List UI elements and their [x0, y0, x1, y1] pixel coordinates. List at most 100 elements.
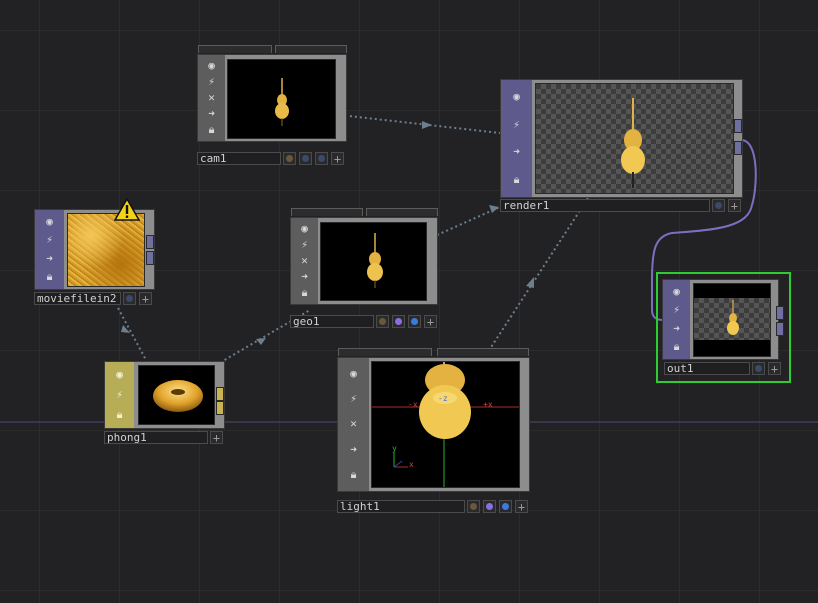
- flag[interactable]: [467, 500, 480, 513]
- node-frame[interactable]: ◉ ⚡ ➜ 🔒︎: [34, 209, 155, 290]
- node-viewer[interactable]: -x +x -z y x: [371, 361, 520, 488]
- node-viewer[interactable]: [320, 222, 427, 301]
- node-frame[interactable]: ◉ ⚡ 🔒︎: [104, 361, 225, 429]
- node-label[interactable]: geo1: [290, 315, 374, 328]
- output-connector[interactable]: [146, 235, 154, 249]
- node-side-buttons: ◉ ⚡ ✕ ➜ 🔒︎: [338, 358, 369, 491]
- plus-icon[interactable]: +: [139, 292, 152, 305]
- flag[interactable]: [123, 292, 136, 305]
- node-frame[interactable]: ◉ ⚡ ✕ ➜ 🔒︎: [290, 217, 438, 305]
- bypass-icon[interactable]: ⚡: [298, 238, 312, 252]
- input-tab: [198, 45, 272, 53]
- wire-arrow: [256, 338, 266, 345]
- plus-icon[interactable]: +: [331, 152, 344, 165]
- bypass-icon[interactable]: ⚡: [510, 118, 524, 132]
- viewer-icon[interactable]: ◉: [347, 367, 361, 381]
- lock-icon[interactable]: 🔒︎: [510, 173, 524, 187]
- node-side-buttons: ◉ ⚡ ➜ 🔒︎: [663, 280, 690, 359]
- viewer-icon[interactable]: ◉: [113, 368, 127, 382]
- axis-label: y: [392, 444, 397, 453]
- arrow-icon[interactable]: ➜: [510, 145, 524, 159]
- wire-cam1-render1: [339, 114, 501, 134]
- output-connector[interactable]: [776, 306, 784, 320]
- plus-icon[interactable]: +: [768, 362, 781, 375]
- node-label[interactable]: render1: [500, 199, 710, 212]
- bypass-icon[interactable]: ⚡: [347, 392, 361, 406]
- lock-icon[interactable]: 🔒︎: [205, 123, 219, 137]
- node-viewer[interactable]: [227, 59, 336, 139]
- flag[interactable]: [315, 152, 328, 165]
- node-label[interactable]: cam1: [197, 152, 281, 165]
- flag[interactable]: [499, 500, 512, 513]
- input-tab: [275, 45, 347, 53]
- axis-label: x: [409, 460, 414, 469]
- input-tab: [366, 208, 438, 216]
- flag[interactable]: [712, 199, 725, 212]
- wire-geo1-render1: [436, 206, 501, 236]
- lock-icon[interactable]: 🔒︎: [670, 340, 684, 354]
- lock-icon[interactable]: 🔒︎: [347, 468, 361, 482]
- axis-label: -x: [408, 400, 418, 409]
- cello-preview: [275, 78, 289, 126]
- bypass-icon[interactable]: ⚡: [205, 75, 219, 89]
- arrow-icon[interactable]: ➜: [43, 252, 57, 266]
- output-connector[interactable]: [146, 251, 154, 265]
- arrow-icon[interactable]: ➜: [347, 443, 361, 457]
- flag[interactable]: [483, 500, 496, 513]
- plus-icon[interactable]: +: [728, 199, 741, 212]
- lock-icon[interactable]: 🔒︎: [298, 286, 312, 300]
- wire-light1-render1: [485, 194, 591, 356]
- axis-label: -z: [438, 394, 448, 403]
- lock-icon[interactable]: 🔒︎: [43, 270, 57, 284]
- flag[interactable]: [299, 152, 312, 165]
- flag[interactable]: [408, 315, 421, 328]
- node-viewer[interactable]: [535, 83, 734, 194]
- flag[interactable]: [752, 362, 765, 375]
- close-icon[interactable]: ✕: [347, 417, 361, 431]
- arrow-icon[interactable]: ➜: [670, 322, 684, 336]
- node-frame[interactable]: ◉ ⚡ ✕ ➜ 🔒︎: [197, 54, 347, 142]
- viewer-icon[interactable]: ◉: [670, 285, 684, 299]
- output-connector[interactable]: [216, 387, 224, 401]
- node-frame[interactable]: ◉ ⚡ ➜ 🔒︎: [500, 79, 743, 198]
- plus-icon[interactable]: +: [424, 315, 437, 328]
- close-icon[interactable]: ✕: [298, 254, 312, 268]
- output-connector[interactable]: [216, 401, 224, 415]
- bypass-icon[interactable]: ⚡: [670, 303, 684, 317]
- node-side-buttons: ◉ ⚡ ✕ ➜ 🔒︎: [198, 55, 225, 141]
- flag[interactable]: [376, 315, 389, 328]
- arrow-icon[interactable]: ➜: [205, 107, 219, 121]
- bypass-icon[interactable]: ⚡: [43, 233, 57, 247]
- plus-icon[interactable]: +: [515, 500, 528, 513]
- flag[interactable]: [392, 315, 405, 328]
- node-viewer[interactable]: [693, 283, 771, 357]
- viewer-icon[interactable]: ◉: [298, 222, 312, 236]
- lock-icon[interactable]: 🔒︎: [113, 408, 127, 422]
- light-viewport: [372, 362, 519, 487]
- bypass-icon[interactable]: ⚡: [113, 388, 127, 402]
- node-viewer[interactable]: [138, 365, 215, 425]
- viewer-icon[interactable]: ◉: [205, 59, 219, 73]
- output-connector[interactable]: [734, 141, 742, 155]
- node-side-buttons: ◉ ⚡ ➜ 🔒︎: [35, 210, 64, 289]
- cello-preview: [367, 233, 383, 288]
- torus-preview: [153, 380, 203, 412]
- output-connector[interactable]: [734, 119, 742, 133]
- node-label[interactable]: light1: [337, 500, 465, 513]
- node-label[interactable]: phong1: [104, 431, 208, 444]
- node-label[interactable]: out1: [664, 362, 750, 375]
- node-frame[interactable]: ◉ ⚡ ✕ ➜ 🔒︎ -x +x -z y x: [337, 357, 530, 492]
- plus-icon[interactable]: +: [210, 431, 223, 444]
- viewer-icon[interactable]: ◉: [510, 90, 524, 104]
- flag[interactable]: [283, 152, 296, 165]
- input-tab: [291, 208, 363, 216]
- output-connector[interactable]: [776, 322, 784, 336]
- viewer-icon[interactable]: ◉: [43, 215, 57, 229]
- node-frame[interactable]: ◉ ⚡ ➜ 🔒︎: [662, 279, 779, 360]
- node-viewer[interactable]: [67, 213, 145, 287]
- node-label[interactable]: moviefilein2: [34, 292, 121, 305]
- warning-icon[interactable]: [114, 198, 140, 221]
- arrow-icon[interactable]: ➜: [298, 270, 312, 284]
- cello-preview: [621, 98, 645, 188]
- close-icon[interactable]: ✕: [205, 91, 219, 105]
